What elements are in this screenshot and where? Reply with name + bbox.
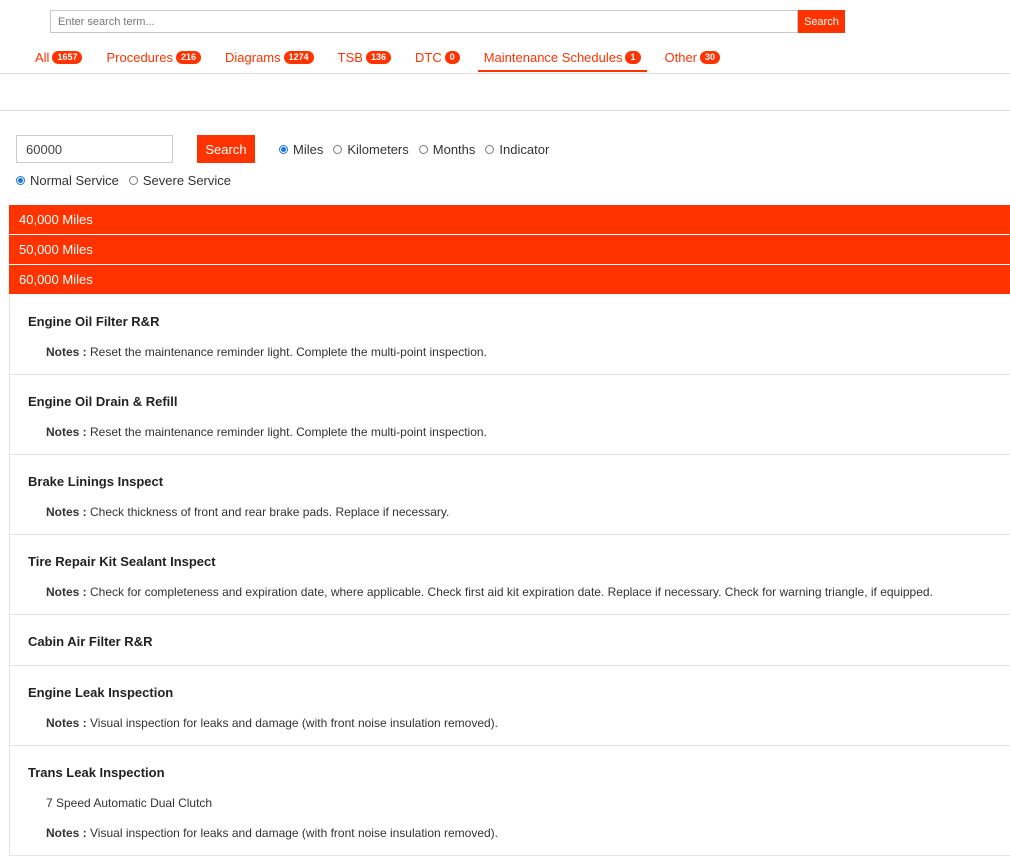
- tab-label: Other: [664, 49, 698, 65]
- tab-label: TSB: [337, 49, 363, 65]
- tab-count-badge: 1274: [283, 50, 314, 64]
- tab-procedures[interactable]: Procedures 216: [100, 46, 207, 72]
- radio-button[interactable]: [128, 176, 138, 185]
- service-item: Tire Repair Kit Sealant Inspect Notes : C…: [10, 535, 1010, 615]
- service-option-severe-service[interactable]: Severe Service: [128, 173, 232, 188]
- interval-header-60-000-miles[interactable]: 60,000 Miles: [9, 265, 1010, 294]
- notes-text: Check for completeness and expiration da…: [90, 585, 933, 599]
- mileage-input[interactable]: [16, 135, 173, 163]
- service-item-detail: 7 Speed Automatic Dual Clutch: [46, 796, 213, 810]
- tab-label: All: [35, 49, 50, 65]
- service-item: Trans Leak Inspection 7 Speed Automatic D…: [10, 746, 1010, 856]
- notes-text: Reset the maintenance reminder light. Co…: [90, 425, 487, 439]
- radio-label: Kilometers: [347, 142, 409, 157]
- service-item: Engine Oil Filter R&R Notes : Reset the m…: [10, 295, 1010, 375]
- radio-label: Miles: [293, 142, 324, 157]
- interval-header-50-000-miles[interactable]: 50,000 Miles: [9, 235, 1010, 264]
- tab-dtc[interactable]: DTC 0: [409, 46, 466, 72]
- unit-radio-group: Miles Kilometers Months Indicator: [279, 142, 559, 157]
- tab-count-badge: 1657: [52, 50, 83, 64]
- notes-label: Notes :: [46, 505, 87, 519]
- tab-label: Maintenance Schedules: [483, 49, 623, 65]
- tab-count-badge: 136: [365, 50, 391, 64]
- service-item: Engine Oil Drain & Refill Notes : Reset t…: [10, 375, 1010, 455]
- radio-button[interactable]: [485, 145, 495, 154]
- tab-label: Procedures: [106, 49, 173, 65]
- service-option-normal-service[interactable]: Normal Service: [16, 173, 119, 188]
- tab-other[interactable]: Other 30: [659, 46, 727, 72]
- service-item-title: Tire Repair Kit Sealant Inspect: [28, 554, 216, 569]
- service-item-notes: Notes : Check thickness of front and rea…: [28, 502, 1010, 522]
- tab-label: DTC: [414, 49, 442, 65]
- notes-label: Notes :: [46, 716, 87, 730]
- unit-option-indicator[interactable]: Indicator: [485, 142, 549, 157]
- radio-label: Severe Service: [142, 173, 232, 188]
- service-item-title: Engine Oil Filter R&R: [28, 314, 160, 329]
- tab-all[interactable]: All 1657: [29, 46, 88, 72]
- service-item-title: Trans Leak Inspection: [28, 765, 165, 780]
- unit-option-miles[interactable]: Miles: [279, 142, 323, 157]
- maintenance-accordion: 40,000 Miles 50,000 Miles 60,000 Miles Eng…: [9, 205, 1010, 856]
- notes-label: Notes :: [46, 345, 87, 359]
- tabs-divider: [0, 73, 1010, 74]
- tab-count-badge: 1: [625, 50, 641, 64]
- global-search-input[interactable]: [50, 10, 798, 33]
- tab-label: Diagrams: [225, 49, 281, 65]
- tab-count-badge: 30: [700, 50, 721, 64]
- notes-text: Check thickness of front and rear brake …: [90, 505, 450, 519]
- service-item-notes: Notes : Reset the maintenance reminder l…: [28, 342, 1010, 362]
- result-tabs: All 1657 Procedures 216 Diagrams 1274 TSB 136 DT…: [29, 46, 738, 72]
- tab-diagrams[interactable]: Diagrams 1274: [219, 46, 320, 72]
- notes-label: Notes :: [46, 585, 87, 599]
- service-item-notes: Notes : Check for completeness and expir…: [28, 582, 1010, 602]
- interval-items: Engine Oil Filter R&R Notes : Reset the m…: [9, 295, 1010, 856]
- service-item: Engine Leak Inspection Notes : Visual ins…: [10, 666, 1010, 746]
- radio-button[interactable]: [333, 145, 343, 154]
- radio-button[interactable]: [16, 176, 25, 185]
- notes-label: Notes :: [46, 826, 87, 840]
- unit-option-months[interactable]: Months: [418, 142, 476, 157]
- service-item: Cabin Air Filter R&R: [10, 615, 1010, 666]
- notes-text: Reset the maintenance reminder light. Co…: [90, 345, 487, 359]
- mileage-search-button[interactable]: Search: [197, 135, 255, 163]
- tab-count-badge: 0: [444, 50, 460, 64]
- tab-count-badge: 216: [175, 50, 201, 64]
- tab-maintenance-schedules[interactable]: Maintenance Schedules 1: [477, 46, 647, 72]
- unit-option-kilometers[interactable]: Kilometers: [333, 142, 409, 157]
- radio-button[interactable]: [279, 145, 288, 154]
- notes-text: Visual inspection for leaks and damage (…: [90, 716, 499, 730]
- global-search: Search: [50, 10, 845, 33]
- service-item-title: Brake Linings Inspect: [28, 474, 164, 489]
- service-item-notes: Notes : Reset the maintenance reminder l…: [28, 422, 1010, 442]
- service-item: Brake Linings Inspect Notes : Check thick…: [10, 455, 1010, 535]
- service-item-notes: Notes : Visual inspection for leaks and …: [28, 713, 1010, 733]
- radio-label: Normal Service: [30, 173, 119, 188]
- radio-label: Indicator: [499, 142, 550, 157]
- notes-text: Visual inspection for leaks and damage (…: [90, 826, 499, 840]
- service-item-title: Engine Leak Inspection: [28, 685, 174, 700]
- service-item-title: Cabin Air Filter R&R: [28, 634, 153, 649]
- section-divider: [0, 110, 1010, 111]
- radio-label: Months: [432, 142, 476, 157]
- service-radio-group: Normal Service Severe Service: [16, 173, 241, 188]
- global-search-button[interactable]: Search: [798, 10, 845, 33]
- service-item-title: Engine Oil Drain & Refill: [28, 394, 178, 409]
- radio-button[interactable]: [418, 145, 428, 154]
- service-item-notes: Notes : Visual inspection for leaks and …: [28, 823, 1010, 843]
- tab-tsb[interactable]: TSB 136: [332, 46, 397, 72]
- interval-header-40-000-miles[interactable]: 40,000 Miles: [9, 205, 1010, 234]
- notes-label: Notes :: [46, 425, 87, 439]
